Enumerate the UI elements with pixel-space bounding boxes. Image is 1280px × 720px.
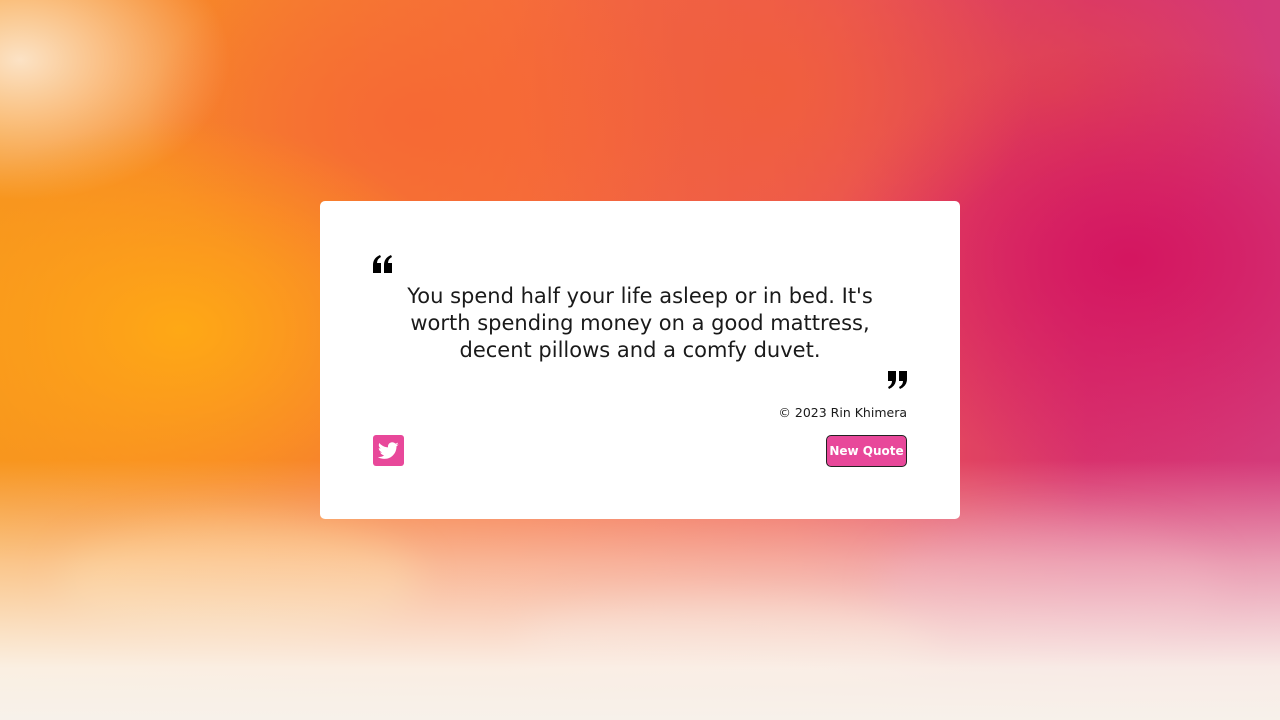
quote-card: You spend half your life asleep or in be… <box>320 201 960 519</box>
twitter-icon <box>378 441 399 459</box>
open-quote-icon <box>373 255 392 273</box>
quote-text: You spend half your life asleep or in be… <box>407 284 873 362</box>
tweet-button[interactable] <box>373 435 404 466</box>
close-quote-icon <box>888 371 907 389</box>
quote-author: © 2023 Rin Khimera <box>778 405 907 420</box>
new-quote-button[interactable]: New Quote <box>826 435 907 467</box>
